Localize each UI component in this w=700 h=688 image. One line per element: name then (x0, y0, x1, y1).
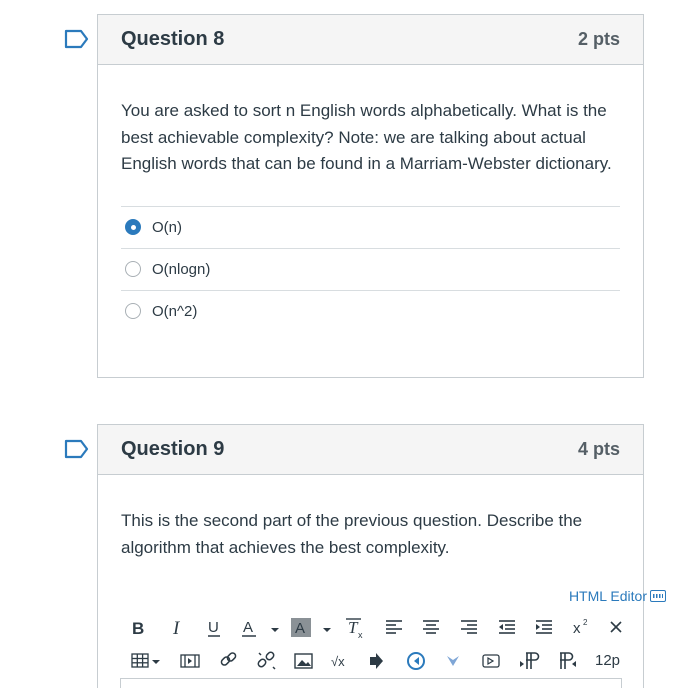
svg-text:U: U (208, 619, 219, 636)
flag-question-icon[interactable] (64, 439, 90, 459)
answer-label[interactable]: O(nlogn) (152, 261, 210, 278)
question-8-card: Question 8 2 pts You are asked to sort n… (97, 14, 644, 378)
question-8-title: Question 8 (121, 28, 225, 50)
html-editor-label[interactable]: HTML Editor (569, 588, 647, 604)
radio-icon[interactable] (125, 303, 141, 319)
outdent-icon[interactable] (499, 620, 515, 634)
clear-formatting-icon[interactable]: T x (346, 618, 363, 640)
svg-text:2: 2 (583, 618, 588, 627)
rtl-icon[interactable] (560, 652, 576, 669)
svg-text:√x: √x (331, 654, 345, 669)
question-9-text: This is the second part of the previous … (121, 511, 583, 557)
embed-icon[interactable] (370, 653, 383, 669)
editor-toolbar-row-2: √x (131, 651, 576, 670)
align-right-icon[interactable] (461, 620, 477, 634)
svg-text:x: x (358, 630, 363, 640)
question-8-points: 2 pts (577, 29, 620, 49)
align-center-icon[interactable] (423, 620, 439, 634)
answer-option-1[interactable]: O(n) (121, 205, 620, 248)
svg-text:B: B (132, 619, 144, 638)
question-8-answers: O(n) O(nlogn) O(n^2) (121, 205, 620, 332)
superscript-icon[interactable]: x 2 (573, 618, 588, 637)
record-media-icon[interactable] (482, 654, 500, 668)
font-size-selector[interactable]: 12p (595, 652, 620, 669)
math-icon[interactable]: √x (331, 654, 345, 669)
image-icon[interactable] (294, 653, 313, 669)
table-icon[interactable] (131, 653, 160, 668)
answer-label[interactable]: O(n) (152, 219, 182, 236)
question-9-title: Question 9 (121, 438, 225, 460)
editor-toolbar-row-1: B I U A A T x x 2 (132, 618, 622, 640)
question-9-body: This is the second part of the previous … (98, 475, 643, 561)
question-9-points: 4 pts (577, 439, 620, 459)
html-editor-link[interactable]: HTML Editor (569, 588, 666, 604)
background-color-icon[interactable]: A (291, 618, 331, 637)
answer-option-2[interactable]: O(nlogn) (121, 247, 620, 290)
italic-icon[interactable]: I (172, 618, 181, 639)
radio-selected-icon[interactable] (125, 219, 141, 235)
align-left-icon[interactable] (386, 620, 402, 634)
bold-icon[interactable]: B (132, 619, 144, 638)
radio-icon[interactable] (125, 261, 141, 277)
apps-icon[interactable] (407, 652, 425, 670)
keyboard-icon (650, 590, 666, 602)
ltr-icon[interactable] (520, 652, 540, 669)
indent-icon[interactable] (536, 620, 552, 634)
media-icon[interactable] (180, 654, 200, 668)
svg-text:x: x (573, 620, 581, 637)
font-color-icon[interactable]: A (242, 619, 279, 637)
question-8-header: Question 8 2 pts (98, 15, 643, 65)
underline-icon[interactable]: U (208, 619, 220, 637)
answer-option-3[interactable]: O(n^2) (121, 289, 620, 332)
close-icon[interactable] (610, 621, 622, 633)
question-8-text: You are asked to sort n English words al… (121, 101, 612, 173)
svg-text:I: I (172, 618, 181, 639)
question-9-header: Question 9 4 pts (98, 425, 643, 475)
unlink-icon[interactable] (257, 651, 276, 670)
svg-text:A: A (243, 619, 253, 636)
svg-text:A: A (295, 620, 305, 637)
answer-label[interactable]: O(n^2) (152, 303, 197, 320)
question-8-body: You are asked to sort n English words al… (98, 65, 643, 332)
link-icon[interactable] (220, 652, 237, 667)
answer-editor-area[interactable] (120, 678, 622, 688)
flag-question-icon[interactable] (64, 29, 90, 49)
more-apps-icon[interactable] (447, 656, 459, 666)
